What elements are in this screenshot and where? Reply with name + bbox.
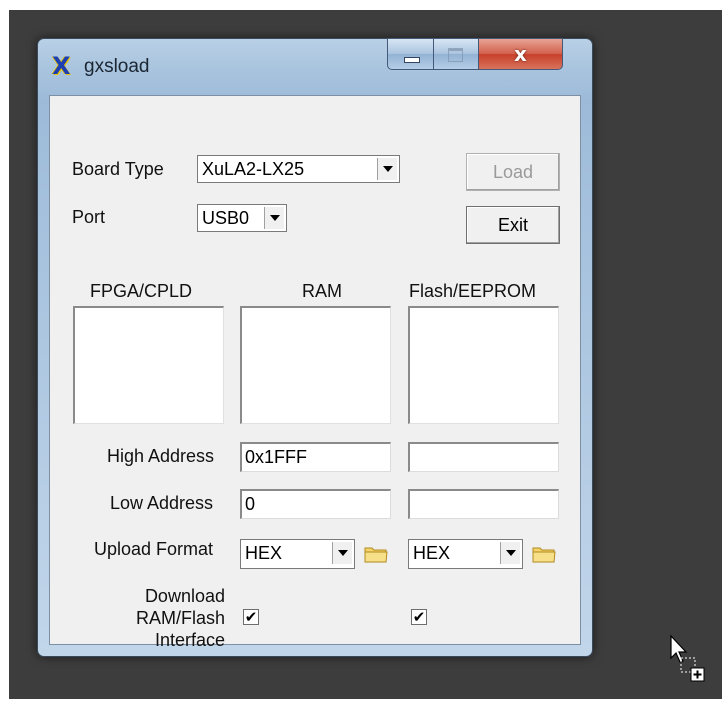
ram-high-address-field[interactable]: 0x1FFF <box>240 442 391 472</box>
chevron-down-icon[interactable] <box>264 207 284 229</box>
minimize-button[interactable] <box>387 38 435 70</box>
port-label: Port <box>72 207 106 227</box>
download-interface-label-line3: Interface <box>154 630 225 650</box>
fpga-cpld-file-list[interactable] <box>73 306 224 424</box>
upload-format-label: Upload Format <box>94 539 214 559</box>
ram-upload-format-select[interactable]: HEX <box>240 539 355 569</box>
high-address-label: High Address <box>107 446 215 466</box>
flash-high-address-field[interactable] <box>408 442 559 472</box>
ram-download-interface-checkbox[interactable]: ✔ <box>243 609 259 625</box>
download-interface-label-line1: Download <box>144 586 225 606</box>
caption-buttons: x <box>387 38 563 70</box>
board-type-value: XuLA2-LX25 <box>202 159 305 179</box>
flash-download-interface-checkbox[interactable]: ✔ <box>411 609 427 625</box>
maximize-button[interactable] <box>434 38 479 70</box>
flash-upload-format-value: HEX <box>413 543 451 563</box>
chevron-down-icon[interactable] <box>332 542 352 564</box>
port-value: USB0 <box>202 208 250 228</box>
ram-low-address-field[interactable]: 0 <box>240 489 391 519</box>
ram-heading: RAM <box>302 281 342 301</box>
gxsload-app-icon: X <box>52 52 71 80</box>
download-interface-label: Download RAM/Flash Interface <box>110 585 225 651</box>
chevron-down-icon[interactable] <box>377 158 397 180</box>
fpga-cpld-heading: FPGA/CPLD <box>90 281 193 301</box>
flash-eeprom-heading: Flash/EEPROM <box>409 281 537 301</box>
folder-icon[interactable] <box>532 545 556 563</box>
dialog-client-area: Board Type XuLA2-LX25 Port USB0 Load Exi… <box>49 95 581 650</box>
load-button[interactable]: Load <box>466 153 560 191</box>
exit-button[interactable]: Exit <box>466 206 560 244</box>
flash-low-address-field[interactable] <box>408 489 559 519</box>
close-button[interactable]: x <box>478 38 563 70</box>
flash-eeprom-file-list[interactable] <box>408 306 559 424</box>
board-type-label: Board Type <box>72 159 164 179</box>
folder-icon[interactable] <box>364 545 388 563</box>
board-type-select[interactable]: XuLA2-LX25 <box>197 155 400 183</box>
window-title: gxsload <box>84 56 150 77</box>
chevron-down-icon[interactable] <box>500 542 520 564</box>
port-select[interactable]: USB0 <box>197 204 287 232</box>
maximize-icon <box>448 48 464 62</box>
low-address-label: Low Address <box>110 493 214 513</box>
minimize-icon <box>404 57 420 63</box>
title-bar[interactable]: X gxsload x <box>38 38 592 95</box>
close-icon: x <box>514 42 527 66</box>
download-interface-label-line2: RAM/Flash <box>135 608 225 628</box>
ram-file-list[interactable] <box>240 306 391 424</box>
flash-upload-format-select[interactable]: HEX <box>408 539 523 569</box>
ram-upload-format-value: HEX <box>245 543 283 563</box>
gxsload-window: X gxsload x Board Type XuLA2-LX25 Port U… <box>37 38 593 657</box>
mouse-pointer-copy-icon <box>670 634 705 682</box>
